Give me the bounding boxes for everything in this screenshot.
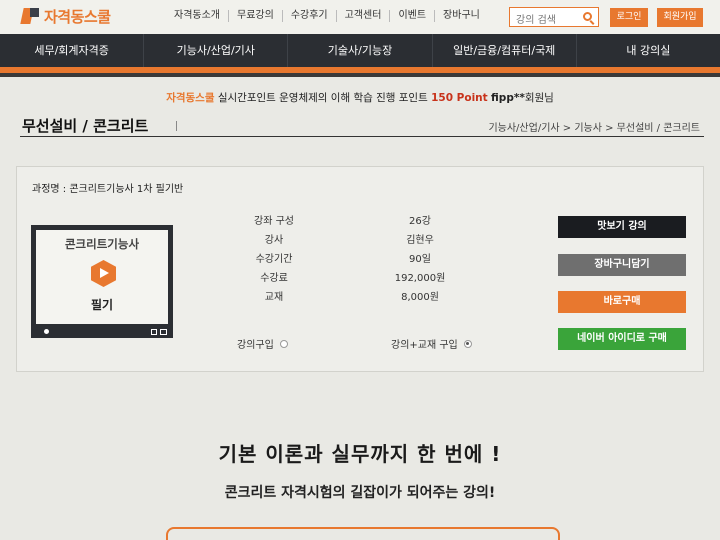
add-to-cart-button[interactable]: 장바구니담기 bbox=[558, 254, 686, 276]
buy-now-button[interactable]: 바로구매 bbox=[558, 291, 686, 313]
course-name: 과정명 : 콘크리트기능사 1차 필기반 bbox=[32, 184, 184, 195]
thumbnail-subtitle: 필기 bbox=[90, 298, 114, 312]
window-icon bbox=[151, 329, 157, 335]
title-divider bbox=[176, 121, 177, 131]
notice-suffix: 회원님 bbox=[524, 92, 554, 104]
detail-value: 26강 bbox=[409, 216, 431, 227]
progress-dot-icon bbox=[44, 329, 49, 334]
nav-under-strip bbox=[0, 73, 720, 77]
top-nav-cart[interactable]: 장바구니 bbox=[435, 10, 488, 22]
search-input[interactable] bbox=[510, 11, 580, 30]
top-nav-customer-center[interactable]: 고객센터 bbox=[337, 10, 391, 22]
radio-lecture-book[interactable] bbox=[463, 339, 472, 348]
top-nav-free-lectures[interactable]: 무료강의 bbox=[229, 10, 283, 22]
signup-button[interactable]: 회원가입 bbox=[657, 8, 703, 27]
detail-value: 8,000원 bbox=[401, 292, 439, 303]
detail-row: 교재 8,000원 bbox=[220, 288, 520, 307]
logo-icon bbox=[20, 7, 40, 25]
top-nav-about[interactable]: 자격동소개 bbox=[166, 10, 229, 22]
top-nav-events[interactable]: 이벤트 bbox=[390, 10, 436, 22]
breadcrumb: 기능사/산업/기사 > 기능사 > 무선설비 / 콘크리트 bbox=[488, 123, 700, 134]
search-icon[interactable] bbox=[583, 12, 592, 21]
notice-text: 실시간포인트 운영체제의 이해 학습 진행 포인트 bbox=[214, 92, 432, 104]
main-nav: 세무/회계자격증 기능사/산업/기사 기술사/기능장 일반/금융/컴퓨터/국제 … bbox=[0, 34, 720, 67]
logo-text: 자격동스쿨 bbox=[44, 7, 111, 26]
detail-value: 90일 bbox=[409, 254, 431, 265]
site-logo[interactable]: 자격동스쿨 bbox=[20, 5, 111, 27]
main-nav-my-classroom[interactable]: 내 강의실 bbox=[577, 34, 720, 67]
detail-label: 강사 bbox=[264, 235, 284, 246]
main-nav-master-engineer[interactable]: 기술사/기능장 bbox=[288, 34, 433, 67]
main-nav-tax-accounting[interactable]: 세무/회계자격증 bbox=[0, 34, 145, 67]
option-lecture-book[interactable]: 강의+교재 구입 bbox=[391, 336, 472, 351]
detail-row: 수강료 192,000원 bbox=[220, 269, 520, 288]
radio-lecture-only[interactable] bbox=[279, 339, 288, 348]
detail-value: 192,000원 bbox=[394, 273, 446, 284]
option-label: 강의+교재 구입 bbox=[391, 340, 458, 351]
main-nav-general-finance[interactable]: 일반/금융/컴퓨터/국제 bbox=[433, 34, 577, 67]
page-title: 무선설비 / 콘크리트 bbox=[22, 117, 149, 135]
option-lecture-only[interactable]: 강의구입 bbox=[237, 336, 288, 351]
course-thumbnail[interactable]: 콘크리트기능사 필기 bbox=[31, 225, 173, 338]
detail-label: 강좌 구성 bbox=[254, 216, 294, 227]
title-rule bbox=[20, 136, 704, 137]
thumbnail-title: 콘크리트기능사 bbox=[64, 237, 140, 251]
notice-points: 150 Point bbox=[431, 92, 488, 104]
promo-headline: 기본 이론과 실무까지 한 번에 ! bbox=[218, 442, 502, 466]
detail-label: 수강기간 bbox=[255, 254, 293, 265]
thumbnail-screen: 콘크리트기능사 필기 bbox=[36, 230, 168, 324]
fullscreen-icon bbox=[160, 329, 167, 335]
top-nav-reviews[interactable]: 수강후기 bbox=[283, 10, 337, 22]
main-nav-technician[interactable]: 기능사/산업/기사 bbox=[144, 34, 289, 67]
notice-user: fipp** bbox=[491, 92, 525, 104]
notice-brand: 자격동스쿨 bbox=[166, 92, 215, 104]
option-label: 강의구입 bbox=[237, 340, 274, 351]
promo-box bbox=[166, 527, 560, 540]
top-bar: 자격동스쿨 자격동소개 무료강의 수강후기 고객센터 이벤트 장바구니 로그인 … bbox=[0, 0, 720, 34]
detail-value: 김현우 bbox=[406, 235, 434, 246]
detail-label: 수강료 bbox=[260, 273, 288, 284]
top-nav: 자격동소개 무료강의 수강후기 고객센터 이벤트 장바구니 bbox=[166, 10, 488, 22]
detail-row: 강사 김현우 bbox=[220, 231, 520, 250]
detail-label: 교재 bbox=[264, 292, 284, 303]
detail-row: 수강기간 90일 bbox=[220, 250, 520, 269]
naver-pay-button[interactable]: 네이버 아이디로 구매 bbox=[558, 328, 686, 350]
promo-subline: 콘크리트 자격시험의 길잡이가 되어주는 강의! bbox=[224, 485, 496, 501]
course-details: 강좌 구성 26강 강사 김현우 수강기간 90일 수강료 192,000원 교재 8,0… bbox=[220, 212, 520, 307]
search-box bbox=[509, 7, 599, 30]
login-button[interactable]: 로그인 bbox=[610, 8, 648, 27]
point-notice: 자격동스쿨 실시간포인트 운영체제의 이해 학습 진행 포인트 150 Poin… bbox=[0, 90, 720, 105]
detail-row: 강좌 구성 26강 bbox=[220, 212, 520, 231]
play-icon[interactable] bbox=[91, 260, 116, 287]
preview-lecture-button[interactable]: 맛보기 강의 bbox=[558, 216, 686, 238]
